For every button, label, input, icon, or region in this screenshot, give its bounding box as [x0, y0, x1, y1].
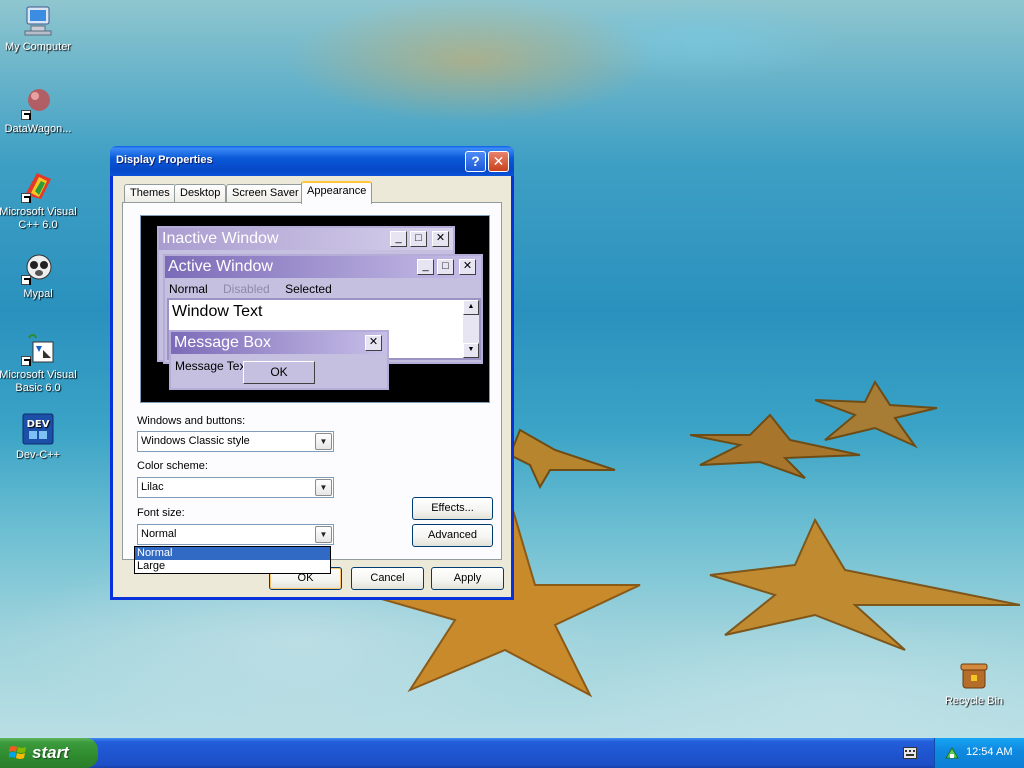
clock[interactable]: 12:54 AM	[966, 746, 1012, 758]
tab-themes[interactable]: Themes	[124, 184, 176, 203]
font-size-option-large[interactable]: Large	[135, 560, 330, 573]
preview-inactive-title: Inactive Window	[162, 230, 279, 247]
desktop-icon-label: My Computer	[4, 41, 72, 53]
desktop-icon-label: Microsoft Visual Basic 6.0	[0, 369, 77, 394]
starfish-image	[709, 517, 1021, 651]
font-size-value: Normal	[141, 528, 177, 540]
my-computer-icon	[21, 4, 55, 38]
chevron-down-icon[interactable]: ▼	[315, 433, 332, 450]
desktop-icon-my-computer[interactable]: My Computer	[0, 4, 78, 54]
windows-logo-icon	[9, 746, 26, 759]
shortcut-arrow-icon	[21, 356, 31, 366]
appearance-preview: Inactive Window _ □ ✕ Active Window _ □ …	[140, 215, 490, 403]
preview-message-box: Message Box ✕ Message Text OK	[169, 330, 389, 390]
preview-window-text: Window Text	[172, 303, 263, 320]
font-size-label: Font size:	[137, 507, 185, 519]
windows-and-buttons-label: Windows and buttons:	[137, 415, 246, 427]
dev-cpp-icon: DEV	[21, 412, 55, 446]
preview-message-box-titlebar: Message Box ✕	[171, 332, 387, 354]
close-icon: ✕	[492, 153, 505, 169]
scroll-up-icon: ▲	[463, 300, 479, 315]
shortcut-arrow-icon	[21, 110, 31, 120]
font-size-dropdown-list: Normal Large	[134, 546, 331, 574]
preview-close-icon: ✕	[365, 335, 382, 351]
close-button[interactable]: ✕	[488, 151, 509, 172]
font-size-option-normal[interactable]: Normal	[135, 547, 330, 560]
visual-cpp-icon	[21, 169, 55, 203]
svg-text:DEV: DEV	[27, 419, 50, 430]
preview-menu-disabled: Disabled	[223, 282, 270, 296]
desktop-icon-visual-basic[interactable]: Microsoft Visual Basic 6.0	[0, 332, 78, 395]
keyboard-icon[interactable]	[903, 747, 917, 759]
desktop-icon-label: Dev-C++	[15, 449, 61, 461]
preview-close-icon: ✕	[459, 259, 476, 275]
preview-minimize-icon: _	[390, 231, 407, 247]
appearance-panel: Inactive Window _ □ ✕ Active Window _ □ …	[122, 202, 502, 560]
windows-and-buttons-select[interactable]: Windows Classic style ▼	[137, 431, 334, 452]
desktop-icon-label: Microsoft Visual C++ 6.0	[0, 206, 77, 231]
starfish-image	[510, 428, 616, 490]
desktop-icon-dev-cpp[interactable]: DEV Dev-C++	[0, 412, 78, 462]
color-scheme-label: Color scheme:	[137, 460, 208, 472]
tab-appearance[interactable]: Appearance	[301, 181, 373, 204]
chevron-down-icon[interactable]: ▼	[315, 479, 332, 496]
preview-message-box-title: Message Box	[174, 334, 271, 351]
windows-and-buttons-value: Windows Classic style	[141, 435, 250, 447]
display-properties-window: Display Properties ? ✕ Themes Desktop Sc…	[110, 146, 514, 600]
start-button[interactable]: start	[0, 738, 98, 768]
desktop-icon-label: Mypal	[23, 288, 53, 300]
preview-close-icon: ✕	[432, 231, 449, 247]
datawagon-icon	[21, 86, 55, 120]
preview-maximize-icon: □	[410, 231, 427, 247]
preview-menu-normal: Normal	[169, 282, 208, 296]
shortcut-arrow-icon	[21, 193, 31, 203]
color-scheme-value: Lilac	[141, 481, 164, 493]
advanced-button[interactable]: Advanced	[412, 524, 493, 547]
tab-screen-saver[interactable]: Screen Saver	[226, 184, 305, 203]
cancel-button[interactable]: Cancel	[351, 567, 424, 590]
preview-message-text: Message Text	[175, 359, 243, 373]
system-tray: 12:54 AM	[934, 738, 1024, 768]
network-icon[interactable]	[944, 746, 960, 760]
start-label: start	[32, 743, 69, 762]
help-icon: ?	[471, 153, 480, 169]
apply-button[interactable]: Apply	[431, 567, 504, 590]
visual-basic-icon	[21, 332, 55, 366]
preview-menu-bar: Normal Disabled Selected	[169, 282, 344, 296]
preview-maximize-icon: □	[437, 259, 454, 275]
starfish-image	[815, 380, 938, 449]
preview-scrollbar: ▲ ▼	[463, 300, 479, 358]
desktop-icon-visual-cpp[interactable]: Microsoft Visual C++ 6.0	[0, 169, 78, 232]
desktop-icon-label: DataWagon...	[4, 123, 72, 135]
shortcut-arrow-icon	[21, 275, 31, 285]
font-size-select[interactable]: Normal ▼	[137, 524, 334, 545]
desktop-icon-datawagon[interactable]: DataWagon...	[0, 86, 78, 136]
desktop-icon-recycle-bin[interactable]: Recycle Bin	[934, 658, 1014, 708]
desktop-icon-label: Recycle Bin	[944, 695, 1004, 707]
preview-ok-button: OK	[243, 361, 315, 384]
effects-button[interactable]: Effects...	[412, 497, 493, 520]
desktop-icon-mypal[interactable]: Mypal	[0, 251, 78, 301]
window-titlebar[interactable]: Display Properties ? ✕	[110, 146, 514, 176]
chevron-down-icon[interactable]: ▼	[315, 526, 332, 543]
tab-desktop[interactable]: Desktop	[174, 184, 227, 203]
taskbar: start 12:54 AM	[0, 738, 1024, 768]
preview-minimize-icon: _	[417, 259, 434, 275]
preview-menu-selected: Selected	[285, 282, 332, 296]
recycle-bin-icon	[957, 658, 991, 692]
color-scheme-select[interactable]: Lilac ▼	[137, 477, 334, 498]
preview-inactive-titlebar: Inactive Window _ □ ✕	[159, 228, 453, 250]
preview-active-title: Active Window	[168, 258, 273, 275]
scroll-down-icon: ▼	[463, 343, 479, 358]
preview-active-titlebar: Active Window _ □ ✕	[165, 256, 481, 278]
help-button[interactable]: ?	[465, 151, 486, 172]
mypal-icon	[21, 251, 55, 285]
window-title: Display Properties	[116, 154, 213, 166]
